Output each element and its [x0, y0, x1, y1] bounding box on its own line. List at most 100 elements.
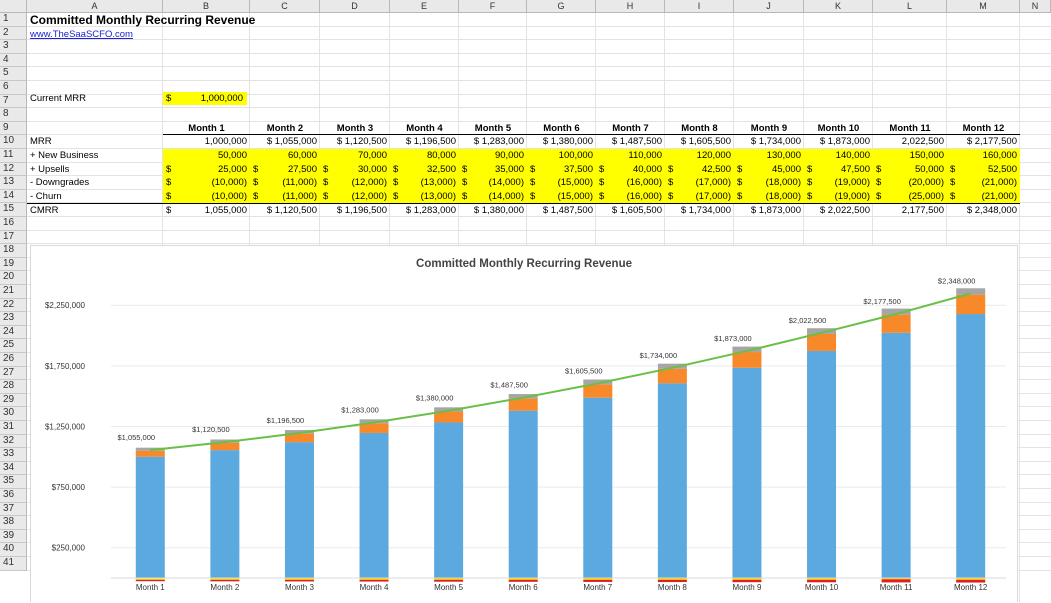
row-header-36[interactable]: 36: [0, 489, 27, 503]
cell-cmrr[interactable]: $1,055,000: [163, 203, 250, 217]
cell-upsells[interactable]: $32,500: [390, 162, 459, 177]
cell-mrr[interactable]: $ 1,734,000: [734, 135, 804, 149]
row-header-18[interactable]: 18: [0, 244, 27, 258]
cell-upsells[interactable]: $52,500: [947, 162, 1020, 177]
row-header-25[interactable]: 25: [0, 339, 27, 353]
cell-mrr[interactable]: $ 1,196,500: [390, 135, 459, 149]
cell-new[interactable]: 70,000: [320, 149, 390, 163]
cell-cmrr[interactable]: $ 2,022,500: [804, 203, 873, 217]
cell-upsells[interactable]: $40,000: [596, 162, 665, 177]
cell-new[interactable]: 140,000: [804, 149, 873, 163]
cell-mrr[interactable]: $ 2,177,500: [947, 135, 1020, 149]
cell-upsells[interactable]: $45,000: [734, 162, 804, 177]
column-header-k[interactable]: K: [804, 0, 873, 13]
cell-churn[interactable]: $ (13,000): [390, 189, 459, 204]
row-header-24[interactable]: 24: [0, 325, 27, 340]
cell-upsells[interactable]: $37,500: [527, 162, 596, 177]
cell-upsells[interactable]: $25,000: [163, 162, 250, 177]
cell-mrr[interactable]: $ 1,120,500: [320, 135, 390, 149]
cell-churn[interactable]: $ (10,000): [163, 189, 250, 204]
cell-downgrades[interactable]: $ (19,000): [804, 176, 873, 190]
column-header-h[interactable]: H: [596, 0, 665, 13]
cell-cmrr[interactable]: $ 1,196,500: [320, 203, 390, 217]
select-all-corner[interactable]: [0, 0, 27, 13]
cell-churn[interactable]: $ (15,000): [527, 189, 596, 204]
website-link[interactable]: www.TheSaaSCFO.com: [27, 28, 133, 41]
row-header-8[interactable]: 8: [0, 108, 27, 122]
cell-churn[interactable]: $ (16,000): [596, 189, 665, 204]
column-header-c[interactable]: C: [250, 0, 320, 13]
cell-new[interactable]: 80,000: [390, 149, 459, 163]
cell-downgrades[interactable]: $ (11,000): [250, 176, 320, 190]
current-mrr-input[interactable]: $ 1,000,000: [163, 92, 247, 105]
row-header-12[interactable]: 12: [0, 162, 27, 177]
row-header-1[interactable]: 1: [0, 13, 27, 27]
cell-mrr[interactable]: $ 1,283,000: [459, 135, 527, 149]
row-header-40[interactable]: 40: [0, 543, 27, 557]
cell-mrr[interactable]: 2,022,500: [873, 135, 947, 149]
row-header-23[interactable]: 23: [0, 312, 27, 326]
column-header-b[interactable]: B: [163, 0, 250, 13]
column-header-e[interactable]: E: [390, 0, 459, 13]
cell-new[interactable]: 150,000: [873, 149, 947, 163]
cell-downgrades[interactable]: $ (16,000): [596, 176, 665, 190]
row-header-31[interactable]: 31: [0, 421, 27, 435]
cell-cmrr[interactable]: $ 1,605,500: [596, 203, 665, 217]
cell-cmrr[interactable]: $ 1,380,000: [459, 203, 527, 217]
cell-downgrades[interactable]: $ (10,000): [163, 176, 250, 190]
cell-churn[interactable]: $ (21,000): [947, 189, 1020, 204]
cell-new[interactable]: 60,000: [250, 149, 320, 163]
column-header-a[interactable]: A: [27, 0, 163, 13]
row-header-20[interactable]: 20: [0, 271, 27, 285]
cell-upsells[interactable]: $27,500: [250, 162, 320, 177]
row-header-28[interactable]: 28: [0, 380, 27, 394]
cell-new[interactable]: 120,000: [665, 149, 734, 163]
row-header-38[interactable]: 38: [0, 516, 27, 530]
cell-downgrades[interactable]: $ (13,000): [390, 176, 459, 190]
row-header-4[interactable]: 4: [0, 53, 27, 68]
cell-downgrades[interactable]: $ (12,000): [320, 176, 390, 190]
cell-cmrr[interactable]: 2,177,500: [873, 203, 947, 217]
cell-downgrades[interactable]: $ (17,000): [665, 176, 734, 190]
cell-churn[interactable]: $ (18,000): [734, 189, 804, 204]
cell-churn[interactable]: $ (25,000): [873, 189, 947, 204]
cell-cmrr[interactable]: $ 2,348,000: [947, 203, 1020, 217]
row-header-29[interactable]: 29: [0, 393, 27, 408]
cell-mrr[interactable]: $ 1,605,500: [665, 135, 734, 149]
cell-cmrr[interactable]: $ 1,487,500: [527, 203, 596, 217]
row-header-39[interactable]: 39: [0, 529, 27, 544]
cell-churn[interactable]: $ (19,000): [804, 189, 873, 204]
cell-mrr[interactable]: $ 1,873,000: [804, 135, 873, 149]
cell-churn[interactable]: $ (17,000): [665, 189, 734, 204]
row-header-15[interactable]: 15: [0, 203, 27, 217]
column-header-m[interactable]: M: [947, 0, 1020, 13]
cell-cmrr[interactable]: $ 1,734,000: [665, 203, 734, 217]
cell-new[interactable]: 130,000: [734, 149, 804, 163]
cell-cmrr[interactable]: $ 1,283,000: [390, 203, 459, 217]
column-header-n[interactable]: N: [1020, 0, 1051, 13]
row-header-35[interactable]: 35: [0, 475, 27, 489]
row-header-26[interactable]: 26: [0, 353, 27, 367]
cell-mrr[interactable]: 1,000,000: [163, 135, 250, 149]
cell-upsells[interactable]: $42,500: [665, 162, 734, 177]
cell-cmrr[interactable]: $ 1,873,000: [734, 203, 804, 217]
cell-churn[interactable]: $ (14,000): [459, 189, 527, 204]
row-header-16[interactable]: 16: [0, 217, 27, 231]
row-header-32[interactable]: 32: [0, 434, 27, 449]
cell-mrr[interactable]: $ 1,055,000: [250, 135, 320, 149]
column-header-l[interactable]: L: [873, 0, 947, 13]
row-header-17[interactable]: 17: [0, 230, 27, 245]
cell-upsells[interactable]: $35,000: [459, 162, 527, 177]
cell-new[interactable]: 100,000: [527, 149, 596, 163]
row-header-14[interactable]: 14: [0, 189, 27, 204]
cell-new[interactable]: 160,000: [947, 149, 1020, 163]
cell-downgrades[interactable]: $ (20,000): [873, 176, 947, 190]
cell-downgrades[interactable]: $ (15,000): [527, 176, 596, 190]
cell-churn[interactable]: $ (11,000): [250, 189, 320, 204]
cell-downgrades[interactable]: $ (14,000): [459, 176, 527, 190]
cmrr-chart[interactable]: Committed Monthly Recurring Revenue $250…: [30, 245, 1018, 602]
cell-new[interactable]: 110,000: [596, 149, 665, 163]
cell-new[interactable]: 50,000: [163, 149, 250, 163]
cell-new[interactable]: 90,000: [459, 149, 527, 163]
row-header-37[interactable]: 37: [0, 502, 27, 517]
